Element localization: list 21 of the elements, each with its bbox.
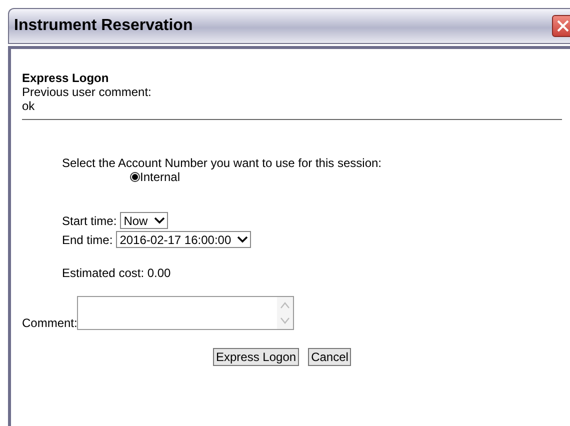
comment-field[interactable]: [77, 296, 294, 330]
close-button[interactable]: [552, 15, 570, 37]
chevron-icon: [154, 217, 165, 224]
dialog-button[interactable]: Express Logon: [213, 348, 300, 366]
window-title: Instrument Reservation: [13, 17, 193, 35]
radio-button[interactable]: [130, 172, 140, 182]
section-title: Express Logon: [22, 71, 110, 85]
estimated-cost: Estimated cost: 0.00: [62, 266, 172, 280]
account-prompt: Select the Account Number you want to use for this session:: [62, 156, 382, 170]
comment-label: Previous user comment:: [22, 85, 152, 99]
end-time-label: End time:: [62, 232, 113, 246]
comment-field-label: Comment:: [22, 316, 78, 330]
scroll-arrows-icon: [277, 297, 294, 329]
start-time-label: Start time:: [62, 214, 117, 228]
chevron-icon: [237, 236, 248, 243]
previous-comment: ok: [22, 99, 36, 113]
dialog-button[interactable]: Cancel: [308, 348, 352, 366]
close-icon: [556, 19, 570, 33]
end-time-dropdown[interactable]: 2016-02-17 16:00:00: [116, 231, 252, 248]
radio-label: Internal: [140, 170, 180, 184]
start-time-dropdown[interactable]: Now: [120, 212, 168, 229]
